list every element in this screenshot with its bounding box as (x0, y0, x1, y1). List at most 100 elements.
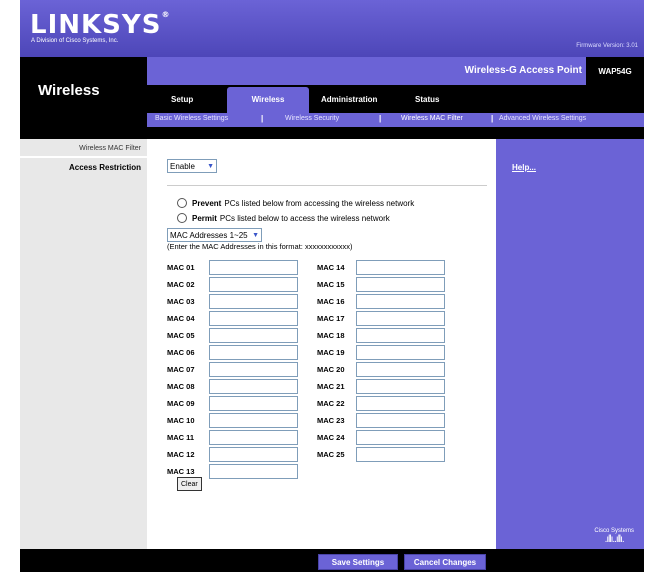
help-link[interactable]: Help... (512, 163, 536, 172)
mac-address-input[interactable] (356, 430, 445, 445)
mac-label: MAC 04 (167, 314, 195, 323)
divider (167, 185, 487, 186)
section-title: Wireless (38, 82, 100, 99)
mac-label: MAC 19 (317, 348, 345, 357)
subtab-basic-wireless[interactable]: Basic Wireless Settings (155, 115, 228, 122)
mac-address-input[interactable] (209, 447, 298, 462)
mac-address-input[interactable] (356, 413, 445, 428)
page-frame: LINKSYS® A Division of Cisco Systems, In… (20, 0, 644, 572)
cancel-changes-button[interactable]: Cancel Changes (404, 554, 486, 570)
mac-address-input[interactable] (209, 362, 298, 377)
logo-subtitle: A Division of Cisco Systems, Inc. (31, 38, 119, 44)
left-column: Wireless MAC Filter Access Restriction (20, 139, 147, 549)
subtab-wireless-security[interactable]: Wireless Security (285, 115, 339, 122)
mac-address-input[interactable] (209, 260, 298, 275)
mac-label: MAC 07 (167, 365, 195, 374)
cisco-bars-icon: .ıllı..ıllı. (604, 534, 625, 545)
model-name: WAP54G (586, 57, 644, 85)
main-tabs: Setup Wireless Administration Status (147, 85, 644, 113)
mac-address-input[interactable] (356, 311, 445, 326)
bottom-bar: Save Settings Cancel Changes (20, 549, 644, 572)
access-restriction-label: Access Restriction (68, 163, 141, 172)
mac-address-input[interactable] (209, 430, 298, 445)
product-bar: Wireless-G Access Point WAP54G (147, 57, 644, 85)
permit-option[interactable]: Permit PCs listed below to access the wi… (177, 213, 390, 223)
cisco-systems-logo: Cisco Systems .ıllı..ıllı. (594, 528, 634, 545)
mac-address-input[interactable] (209, 396, 298, 411)
mac-label: MAC 11 (167, 433, 195, 442)
mac-address-input[interactable] (209, 413, 298, 428)
linksys-logo: LINKSYS® (30, 10, 171, 40)
mac-label: MAC 15 (317, 280, 345, 289)
product-name: Wireless-G Access Point (464, 65, 582, 76)
mac-label: MAC 18 (317, 331, 345, 340)
save-settings-button[interactable]: Save Settings (318, 554, 398, 570)
left-divider (20, 156, 147, 158)
mac-label: MAC 01 (167, 263, 195, 272)
mac-address-input[interactable] (356, 362, 445, 377)
firmware-version: Firmware Version: 3.01 (576, 43, 638, 49)
mac-label: MAC 23 (317, 416, 345, 425)
tab-administration[interactable]: Administration (315, 92, 383, 107)
mac-range-select[interactable]: MAC Addresses 1~25 ▼ (167, 228, 262, 242)
mac-label: MAC 21 (317, 382, 345, 391)
mac-address-input[interactable] (209, 294, 298, 309)
mac-label: MAC 25 (317, 450, 345, 459)
main-content: Enable ▼ Prevent PCs listed below from a… (147, 139, 496, 549)
mac-address-input[interactable] (356, 328, 445, 343)
access-restriction-select[interactable]: Enable ▼ (167, 159, 217, 173)
permit-label: PCs listed below to access the wireless … (219, 213, 390, 223)
help-column: Help... Cisco Systems .ıllı..ıllı. (496, 139, 644, 549)
mac-address-input[interactable] (209, 311, 298, 326)
mac-label: MAC 16 (317, 297, 345, 306)
mac-address-input[interactable] (356, 345, 445, 360)
mac-address-input[interactable] (209, 328, 298, 343)
mac-address-input[interactable] (356, 396, 445, 411)
mac-address-input[interactable] (209, 464, 298, 479)
mac-address-input[interactable] (356, 379, 445, 394)
mac-address-input[interactable] (356, 260, 445, 275)
prevent-radio[interactable] (177, 198, 187, 208)
permit-label-bold: Permit (192, 213, 217, 223)
mac-address-input[interactable] (209, 277, 298, 292)
mac-label: MAC 24 (317, 433, 345, 442)
mac-address-input[interactable] (356, 294, 445, 309)
mac-address-input[interactable] (209, 345, 298, 360)
subtab-advanced-wireless[interactable]: Advanced Wireless Settings (499, 115, 586, 122)
chevron-down-icon: ▼ (207, 162, 214, 170)
mac-label: MAC 08 (167, 382, 195, 391)
tab-wireless[interactable]: Wireless (227, 87, 309, 113)
mac-address-input[interactable] (356, 277, 445, 292)
mac-label: MAC 05 (167, 331, 195, 340)
tab-setup[interactable]: Setup (165, 92, 199, 107)
mac-address-input[interactable] (356, 447, 445, 462)
prevent-label-bold: Prevent (192, 198, 222, 208)
mac-address-input[interactable] (209, 379, 298, 394)
left-section-label: Wireless MAC Filter (79, 145, 141, 152)
clear-button[interactable]: Clear (177, 477, 202, 491)
mac-label: MAC 03 (167, 297, 195, 306)
subtab-separator: | (379, 114, 382, 123)
mac-label: MAC 20 (317, 365, 345, 374)
sub-tabs: Basic Wireless Settings | Wireless Secur… (147, 113, 644, 127)
prevent-label: PCs listed below from accessing the wire… (224, 198, 415, 208)
mac-label: MAC 13 (167, 467, 195, 476)
access-restriction-value: Enable (170, 161, 195, 171)
mac-range-value: MAC Addresses 1~25 (170, 230, 248, 240)
mac-label: MAC 10 (167, 416, 195, 425)
mac-label: MAC 14 (317, 263, 345, 272)
subtab-separator: | (261, 114, 264, 123)
mac-label: MAC 17 (317, 314, 345, 323)
mac-label: MAC 12 (167, 450, 195, 459)
mac-label: MAC 22 (317, 399, 345, 408)
chevron-down-icon: ▼ (252, 231, 259, 239)
mac-label: MAC 09 (167, 399, 195, 408)
prevent-option[interactable]: Prevent PCs listed below from accessing … (177, 198, 414, 208)
subtab-mac-filter[interactable]: Wireless MAC Filter (401, 115, 463, 122)
permit-radio[interactable] (177, 213, 187, 223)
subtab-separator: | (491, 114, 494, 123)
brand-bar: LINKSYS® A Division of Cisco Systems, In… (20, 0, 644, 57)
tab-status[interactable]: Status (409, 92, 445, 107)
mac-label: MAC 06 (167, 348, 195, 357)
mac-format-note: (Enter the MAC Addresses in this format:… (167, 242, 353, 251)
